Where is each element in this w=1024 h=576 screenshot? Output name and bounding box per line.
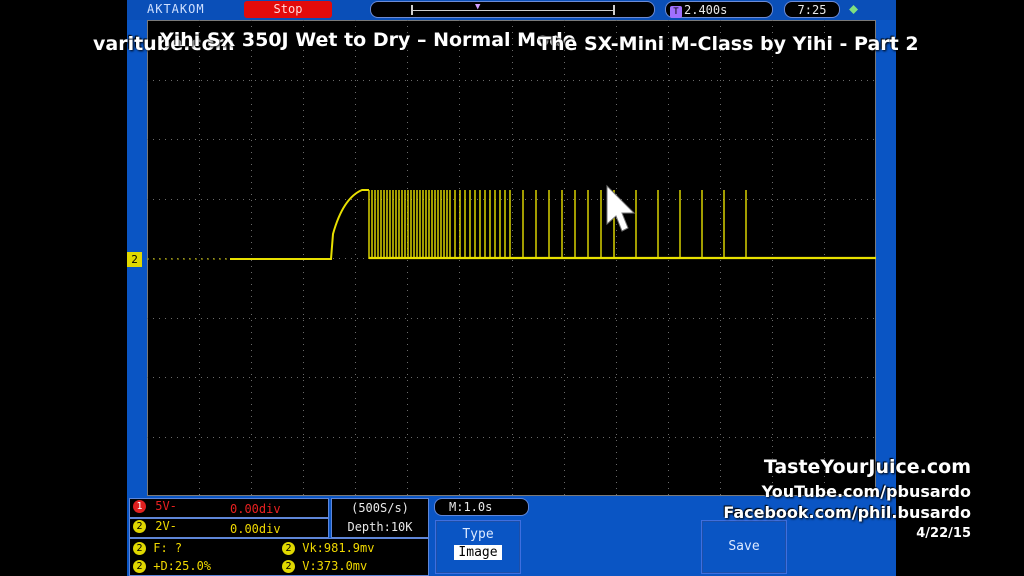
vpeak-value: Vk:981.9mv <box>302 541 375 555</box>
main-time-readout: M:1.0s <box>434 498 529 516</box>
usb-icon: ⬥ <box>849 2 859 17</box>
duty-value: +D:25.0% <box>153 559 212 573</box>
duty-ch-icon: 2 <box>133 560 146 573</box>
freq-value: F: ? <box>153 541 183 555</box>
vpeak-ch-icon: 2 <box>282 542 295 555</box>
trigger-track <box>413 10 613 11</box>
clock-readout: 7:25 <box>784 1 840 18</box>
ch2-readout[interactable]: 2 2V- 0.00div <box>129 518 329 538</box>
ch1-label: 5V- <box>155 499 177 513</box>
sample-rate: (500S/s) <box>351 501 409 515</box>
ch2-offset: 0.00div <box>230 522 281 536</box>
status-bar: AKTAKOM Stop ▼ T 2.400s 7:25 ⬥ <box>127 0 896 20</box>
trigger-position-bar[interactable]: ▼ <box>370 1 655 18</box>
measurement-panel: 2 F: ? 2 Vk:981.9mv 2 +D:25.0% 2 V:373.0… <box>129 538 429 576</box>
trigger-marker-icon: ▼ <box>475 2 481 12</box>
vavg-ch-icon: 2 <box>282 560 295 573</box>
ch2-label: 2V- <box>155 519 177 533</box>
waveform-trace-rise <box>230 189 369 260</box>
acquisition-readout: (500S/s) Depth:10K <box>331 498 429 538</box>
type-menu-button[interactable]: Type Image <box>435 520 521 574</box>
brand-label: AKTAKOM <box>147 2 205 16</box>
waveform-graph <box>147 20 876 496</box>
vavg-value: V:373.0mv <box>302 559 368 573</box>
freq-ch-icon: 2 <box>133 542 146 555</box>
channel-2-marker[interactable]: 2 <box>127 252 142 267</box>
timebase-value: 2.400s <box>684 3 728 17</box>
credit-youtube: YouTube.com/pbusardo <box>761 482 971 501</box>
ch1-offset: 0.00div <box>230 502 281 516</box>
vpeak-measure: 2 Vk:981.9mv <box>282 541 374 555</box>
video-title-1: Yihi SX 350J Wet to Dry – Normal Mode <box>160 29 576 51</box>
save-button[interactable]: Save <box>701 520 787 574</box>
time-icon: T <box>670 6 682 18</box>
ch1-icon: 1 <box>133 500 146 513</box>
type-label: Type <box>462 527 494 542</box>
waveform-screen <box>147 20 876 496</box>
ch1-readout[interactable]: 1 5V- 0.00div <box>129 498 329 518</box>
timebase-readout: T 2.400s <box>665 1 773 18</box>
credit-date: 4/22/15 <box>916 526 971 541</box>
credit-site: TasteYourJuice.com <box>763 456 971 478</box>
memory-depth: Depth:10K <box>347 520 413 534</box>
mouse-cursor-icon <box>606 184 636 232</box>
freq-measure: 2 F: ? <box>133 541 182 555</box>
ch2-icon: 2 <box>133 520 146 533</box>
video-title-2: The SX-Mini M-Class by Yihi - Part 2 <box>538 33 919 55</box>
credit-facebook: Facebook.com/phil.busardo <box>723 503 971 522</box>
trigger-right-bracket <box>613 5 615 15</box>
duty-measure: 2 +D:25.0% <box>133 559 211 573</box>
run-stop-button[interactable]: Stop <box>244 1 332 18</box>
vavg-measure: 2 V:373.0mv <box>282 559 367 573</box>
type-value: Image <box>454 545 502 560</box>
